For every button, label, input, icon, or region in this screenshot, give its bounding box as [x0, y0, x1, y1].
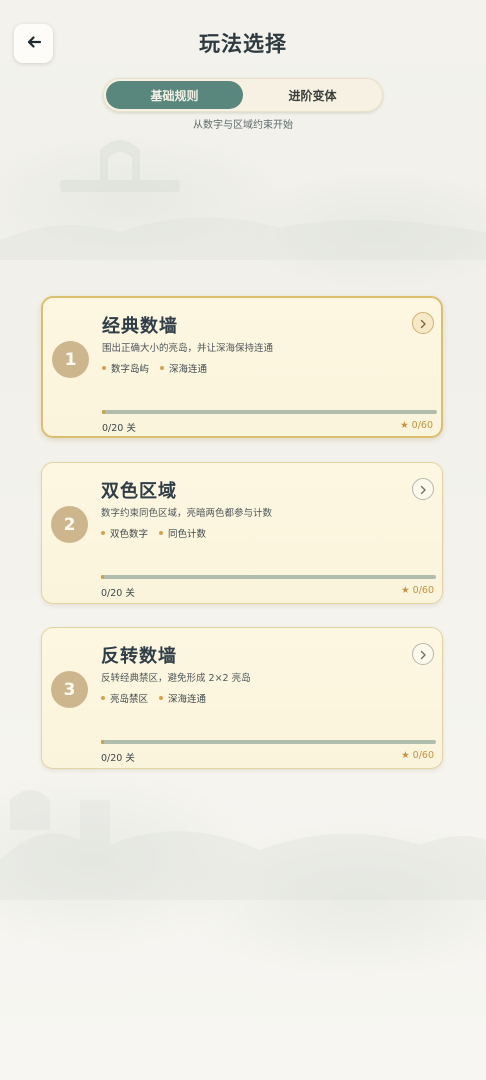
tag-label: 亮岛禁区 [110, 694, 149, 705]
level-progress-text: 0/20 关 [102, 423, 136, 434]
tag: 深海连通 [160, 361, 207, 375]
tag-label: 数字岛屿 [111, 364, 150, 375]
tag: 亮岛禁区 [101, 691, 148, 705]
card-title: 双色区域 [101, 481, 177, 502]
card-description: 围出正确大小的亮岛，并让深海保持连通 [102, 343, 274, 354]
progress-bar [101, 575, 436, 579]
chevron-right-icon [418, 645, 428, 664]
level-progress-text: 0/20 关 [101, 588, 135, 599]
mode-card-classic[interactable]: 1 经典数墙 围出正确大小的亮岛，并让深海保持连通 数字岛屿 深海连通 0/20… [41, 296, 443, 438]
progress-fill [101, 575, 104, 579]
mode-card-reverse[interactable]: 3 反转数墙 反转经典禁区，避免形成 2×2 亮岛 亮岛禁区 深海连通 0/20… [41, 627, 443, 769]
star-count: ★ 0/60 [400, 420, 433, 431]
card-tags: 数字岛屿 深海连通 [102, 361, 218, 375]
section-subtitle: 从数字与区域约束开始 [193, 120, 293, 131]
progress-bar [102, 410, 437, 414]
bullet-dot-icon [102, 366, 106, 370]
chevron-right-icon [418, 314, 428, 333]
bullet-dot-icon [159, 531, 164, 535]
progress-fill [101, 740, 104, 744]
tag-label: 双色数字 [110, 529, 149, 540]
tag: 同色计数 [159, 526, 206, 540]
bullet-dot-icon [159, 696, 164, 700]
card-title: 经典数墙 [102, 316, 178, 337]
card-tags: 亮岛禁区 深海连通 [101, 691, 217, 705]
bullet-dot-icon [160, 366, 165, 370]
card-description: 数字约束同色区域，亮暗两色都参与计数 [101, 508, 273, 519]
open-card-button[interactable] [412, 478, 434, 500]
chevron-right-icon [418, 480, 428, 499]
star-count: ★ 0/60 [401, 750, 434, 761]
mode-card-two-color[interactable]: 2 双色区域 数字约束同色区域，亮暗两色都参与计数 双色数字 同色计数 0/20… [41, 462, 443, 604]
tag-label: 深海连通 [169, 364, 208, 375]
card-tags: 双色数字 同色计数 [101, 526, 217, 540]
tag: 深海连通 [159, 691, 206, 705]
card-title: 反转数墙 [101, 646, 177, 667]
tab-advanced-variants[interactable]: 进阶变体 [245, 81, 380, 109]
card-number-badge: 1 [52, 341, 89, 378]
card-description: 反转经典禁区，避免形成 2×2 亮岛 [101, 673, 251, 684]
star-count: ★ 0/60 [401, 585, 434, 596]
level-progress-text: 0/20 关 [101, 753, 135, 764]
bullet-dot-icon [101, 696, 105, 700]
progress-fill [102, 410, 105, 414]
progress-bar [101, 740, 436, 744]
mode-tab-switch: 基础规则 进阶变体 [103, 78, 383, 112]
open-card-button[interactable] [412, 643, 434, 665]
card-number-badge: 3 [51, 671, 88, 708]
page-title: 玩法选择 [199, 32, 287, 56]
tag-label: 同色计数 [168, 529, 207, 540]
tag: 双色数字 [101, 526, 148, 540]
tag: 数字岛屿 [102, 361, 149, 375]
open-card-button[interactable] [412, 312, 434, 334]
tab-basic-rules[interactable]: 基础规则 [106, 81, 243, 109]
card-number-badge: 2 [51, 506, 88, 543]
bullet-dot-icon [101, 531, 105, 535]
tag-label: 深海连通 [168, 694, 207, 705]
